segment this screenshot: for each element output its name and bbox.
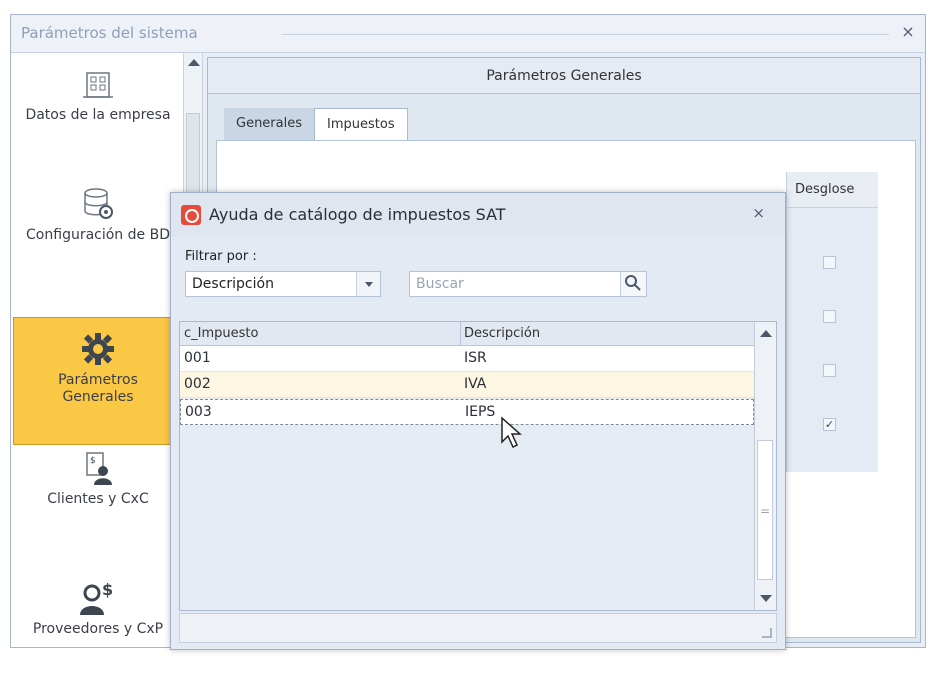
grid-header: c_Impuesto Descripción [180,322,754,346]
search-placeholder: Buscar [416,276,464,292]
titlebar-divider [281,34,889,35]
tax-catalog-dialog: Ayuda de catálogo de impuestos SAT × Fil… [170,192,786,650]
vendor-icon: $ [80,581,113,615]
svg-text:$: $ [90,456,96,466]
tab-impuestos[interactable]: Impuestos [314,108,408,141]
scroll-down-icon[interactable] [760,595,772,602]
app-icon [181,205,201,225]
window-title: Parámetros del sistema [21,24,198,42]
search-button[interactable] [620,272,646,296]
cell-code: 001 [184,350,211,366]
filter-select[interactable]: Descripción [185,271,381,297]
dialog-titlebar: Ayuda de catálogo de impuestos SAT × [171,193,785,237]
clients-icon: $ [86,452,112,485]
desglose-checkbox[interactable] [823,364,836,377]
resize-grip-icon[interactable] [762,628,772,638]
nav-item-clients[interactable]: $ Clientes y CxC [13,451,183,543]
desglose-checkbox[interactable] [823,256,836,269]
nav-item-general-params[interactable]: Parámetros Generales [13,317,183,445]
column-header-code[interactable]: c_Impuesto [184,326,258,341]
tab-strip: Generales Impuestos [224,108,408,141]
chevron-down-icon[interactable] [356,272,380,296]
nav-label-vendors: Proveedores y CxP [32,621,164,637]
settings-nav: Datos de la empresa Configuración de BD [11,53,191,647]
nav-label-database: Configuración de BD [26,227,170,243]
filter-label: Filtrar por : [185,249,257,264]
dialog-title: Ayuda de catálogo de impuestos SAT [209,205,506,224]
nav-label-general-params: Parámetros Generales [58,372,138,405]
desglose-header: Desglose [787,172,878,208]
desglose-checkbox-checked[interactable]: ✓ [823,418,836,431]
search-input[interactable]: Buscar [409,271,647,297]
mouse-cursor-icon [501,416,522,449]
tax-catalog-grid: c_Impuesto Descripción 001 ISR 002 IVA 0… [179,321,777,611]
search-icon [625,275,641,291]
window-titlebar: Parámetros del sistema × [11,15,925,53]
cell-description: IEPS [465,404,496,420]
cell-description: ISR [464,350,487,366]
grid-scrollbar[interactable]: = [754,322,776,610]
dialog-status-bar [179,613,777,643]
cell-code: 003 [185,404,212,420]
column-divider [460,322,461,346]
scroll-up-icon[interactable] [188,59,200,66]
filter-select-value: Descripción [192,276,274,292]
cell-description: IVA [464,376,487,392]
cell-code: 002 [184,376,211,392]
nav-label-company: Datos de la empresa [25,107,171,123]
table-row[interactable]: 001 ISR [180,346,754,372]
gear-icon [82,333,114,365]
svg-text:$: $ [102,581,113,599]
nav-item-vendors[interactable]: $ Proveedores y CxP [13,581,183,673]
table-row[interactable]: 002 IVA [180,372,754,398]
building-icon [83,72,113,98]
nav-label-clients: Clientes y CxC [47,491,149,507]
content-header: Parámetros Generales [208,58,920,94]
desglose-checkbox[interactable] [823,310,836,323]
tab-generales[interactable]: Generales [224,108,315,140]
desglose-column: Desglose ✓ [786,172,878,472]
database-settings-icon [84,188,113,219]
grid-scroll-thumb[interactable]: = [757,440,773,580]
scroll-up-icon[interactable] [760,330,772,337]
dialog-close-icon[interactable]: × [752,204,765,222]
nav-item-company[interactable]: Datos de la empresa [13,67,183,159]
window-close-icon[interactable]: × [897,22,919,42]
table-row-selected[interactable]: 003 IEPS [180,399,754,425]
column-header-description[interactable]: Descripción [464,326,540,341]
nav-item-database[interactable]: Configuración de BD [13,185,183,281]
